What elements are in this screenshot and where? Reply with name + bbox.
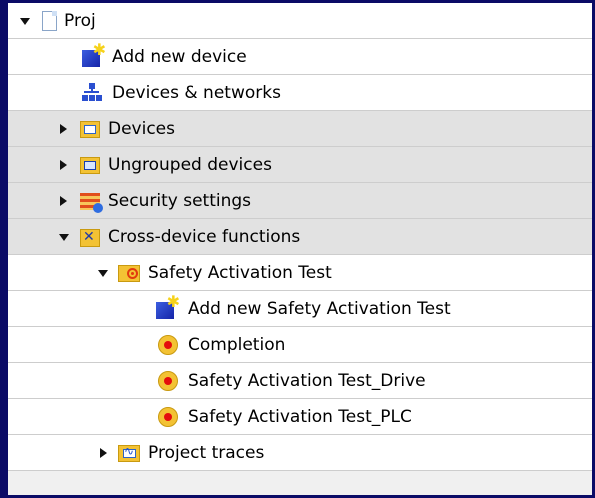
tree-item-project-traces[interactable]: Project traces [8,435,592,471]
tree-item-devices-networks[interactable]: Devices & networks [8,75,592,111]
tree-item-devices[interactable]: Devices [8,111,592,147]
add-new-icon: ✱ [156,294,180,319]
tree-item-label: Add new device [112,47,247,67]
add-new-device-icon: ✱ [82,42,106,67]
tree-item-safety-activation-test[interactable]: Safety Activation Test [8,255,592,291]
tree-item-add-new-safety-activation-test[interactable]: ✱ Add new Safety Activation Test [8,291,592,327]
tree-item-add-new-device[interactable]: ✱ Add new device [8,39,592,75]
expand-arrow-icon[interactable] [60,124,67,134]
project-file-icon [42,11,57,31]
safety-test-icon [158,371,178,391]
tree-item-safety-activation-test-plc[interactable]: Safety Activation Test_PLC [8,399,592,435]
project-tree: Proj ✱ Add new device Devices & networks… [8,3,592,495]
tree-item-safety-activation-test-drive[interactable]: Safety Activation Test_Drive [8,363,592,399]
cross-device-icon: ✕ [80,229,100,247]
tree-item-security-settings[interactable]: Security settings [8,183,592,219]
tree-item-ungrouped-devices[interactable]: Ungrouped devices [8,147,592,183]
tree-item-label: Devices & networks [112,83,281,103]
tree-item-completion[interactable]: Completion [8,327,592,363]
expand-arrow-icon[interactable] [60,196,67,206]
tree-item-cross-device-functions[interactable]: ✕ Cross-device functions [8,219,592,255]
safety-test-icon [158,335,178,355]
safety-test-icon [158,407,178,427]
tree-item-label: Safety Activation Test_Drive [188,371,426,391]
devices-folder-icon [80,121,100,138]
safety-folder-icon [118,265,140,282]
project-traces-icon [118,444,140,462]
expand-arrow-icon[interactable] [20,18,30,25]
tree-item-label: Proj [64,11,96,31]
tree-item-label: Completion [188,335,286,355]
tree-item-label: Security settings [108,191,252,211]
network-icon [82,82,104,104]
tree-item-label: Project traces [148,443,265,463]
tree-item-label: Ungrouped devices [108,155,272,175]
tree-item-label: Safety Activation Test [148,263,332,283]
tree-item-label: Add new Safety Activation Test [188,299,451,319]
tree-item-label: Safety Activation Test_PLC [188,407,412,427]
security-settings-icon [80,193,103,213]
expand-arrow-icon[interactable] [98,270,108,277]
expand-arrow-icon[interactable] [100,448,107,458]
expand-arrow-icon[interactable] [60,160,67,170]
tree-item-label: Cross-device functions [108,227,301,247]
expand-arrow-icon[interactable] [59,234,69,241]
tree-item-proj[interactable]: Proj [8,3,592,39]
ungrouped-devices-icon [80,157,100,174]
tree-item-label: Devices [108,119,175,139]
